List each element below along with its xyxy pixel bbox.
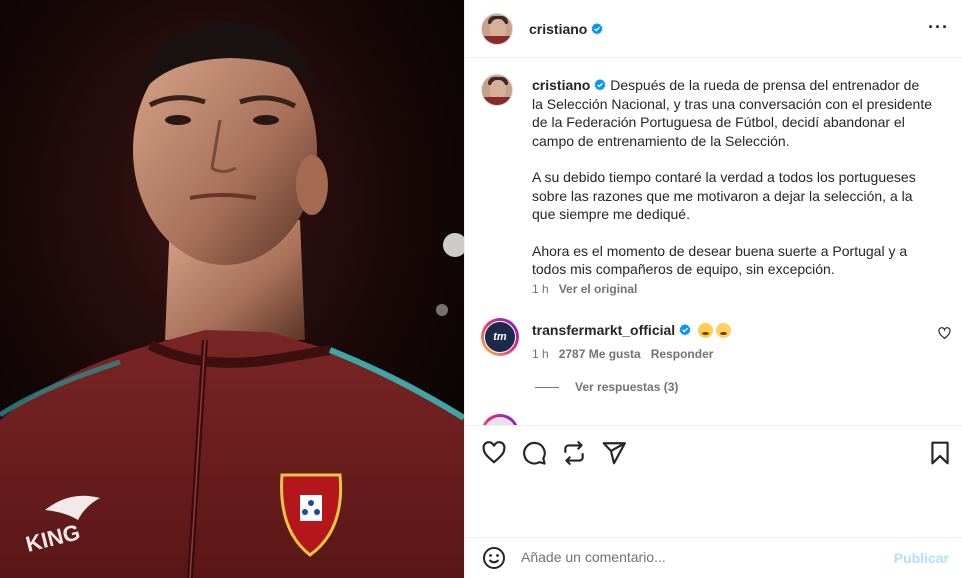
comment-meta: 1 h 2787 Me gusta Responder xyxy=(532,347,713,361)
share-icon[interactable] xyxy=(601,440,627,466)
comment-username[interactable]: transfermarkt_official xyxy=(532,322,732,338)
view-replies-button[interactable]: Ver respuestas (3) xyxy=(535,380,678,394)
comment-like-heart-icon[interactable] xyxy=(938,327,951,340)
post-panel: cristiano ··· cristiano Después de la ru… xyxy=(464,0,962,578)
verified-badge-icon xyxy=(679,324,691,336)
view-replies-label[interactable]: Ver respuestas (3) xyxy=(575,380,678,394)
tm-logo-text: tm xyxy=(484,321,516,353)
add-comment-bar: Publicar xyxy=(465,537,962,578)
caption-paragraph-2: A su debido tiempo contaré la verdad a t… xyxy=(532,169,916,222)
author-avatar[interactable] xyxy=(481,13,513,45)
caption-time[interactable]: 1 h xyxy=(532,282,549,296)
caption-paragraph-3: Ahora es el momento de desear buena suer… xyxy=(532,242,908,278)
author-username[interactable]: cristiano xyxy=(529,21,603,37)
verified-badge-icon xyxy=(594,79,606,91)
repost-icon[interactable] xyxy=(561,440,587,466)
verified-badge-icon xyxy=(591,23,603,35)
publish-button[interactable]: Publicar xyxy=(894,550,949,566)
next-comment-avatar[interactable] xyxy=(481,414,519,425)
caption-username[interactable]: cristiano xyxy=(532,77,590,93)
comment-input[interactable] xyxy=(521,546,881,568)
comment-likes[interactable]: 2787 Me gusta xyxy=(559,347,641,361)
post-header: cristiano ··· xyxy=(465,0,962,58)
replies-divider xyxy=(535,387,559,389)
caption-paragraph-1: Después de la rueda de prensa del entren… xyxy=(532,77,933,149)
caption-avatar[interactable] xyxy=(481,74,513,106)
more-options-icon[interactable]: ··· xyxy=(928,18,949,36)
post-photo[interactable]: KING xyxy=(0,0,464,578)
post-caption: cristiano Después de la rueda de prensa … xyxy=(532,76,932,297)
comment-avatar[interactable]: tm xyxy=(481,318,519,356)
bookmark-icon[interactable] xyxy=(927,440,953,466)
emoji-picker-icon[interactable] xyxy=(482,546,506,570)
heart-icon[interactable] xyxy=(481,440,507,466)
comments-section[interactable]: cristiano Después de la rueda de prensa … xyxy=(465,59,962,425)
player-image: KING xyxy=(0,0,464,578)
screaming-face-emoji-icon xyxy=(716,323,732,338)
post-actions-bar xyxy=(465,425,962,477)
caption-meta: 1 h Ver el original xyxy=(532,282,637,296)
author-username-text[interactable]: cristiano xyxy=(529,21,587,37)
see-original-link[interactable]: Ver el original xyxy=(559,282,638,296)
comment-icon[interactable] xyxy=(521,440,547,466)
reply-button[interactable]: Responder xyxy=(651,347,714,361)
comment-username-text[interactable]: transfermarkt_official xyxy=(532,322,675,338)
comment-time[interactable]: 1 h xyxy=(532,347,549,361)
dizzy-face-emoji-icon xyxy=(698,323,714,338)
